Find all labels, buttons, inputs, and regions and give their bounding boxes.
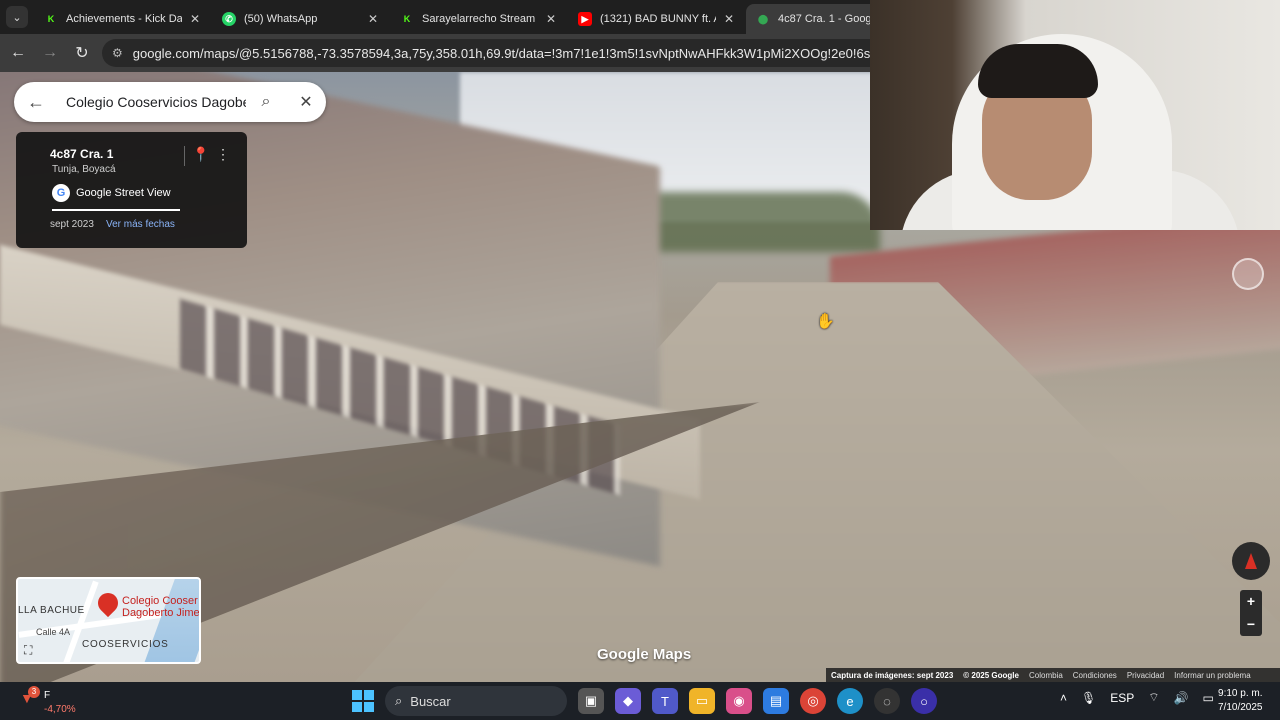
source-label: Google Street View: [76, 187, 171, 199]
place-name-line: Colegio Cooser: [122, 595, 198, 607]
youtube-icon: ▶: [578, 12, 592, 26]
map-label: LLA BACHUE: [18, 605, 85, 616]
close-icon[interactable]: ✕: [722, 12, 736, 26]
notification-badge: 3: [28, 686, 40, 698]
date: 7/10/2025: [1218, 702, 1263, 713]
obs-icon[interactable]: ◌: [874, 688, 900, 714]
street-view-person-icon[interactable]: [1232, 258, 1264, 290]
mini-map[interactable]: LLA BACHUE Calle 4A COOSERVICIOS Colegio…: [16, 577, 201, 664]
reload-icon[interactable]: ↻: [68, 39, 96, 67]
zoom-control: + −: [1240, 590, 1262, 636]
search-input[interactable]: Colegio Cooservicios Dagobe: [58, 94, 246, 110]
search-icon: ⌕: [395, 693, 403, 708]
more-vert-icon[interactable]: ⋮: [216, 146, 230, 163]
maps-search-box[interactable]: ← Colegio Cooservicios Dagobe ⌕ ✕: [14, 82, 326, 122]
divider: [184, 146, 185, 166]
edge-icon[interactable]: e: [837, 688, 863, 714]
country-link[interactable]: Colombia: [1029, 671, 1063, 680]
teams-icon[interactable]: T: [652, 688, 678, 714]
location-pin-icon[interactable]: 📍: [192, 146, 209, 163]
webcam-person-hair: [978, 44, 1098, 98]
place-name-line: Dagoberto Jime: [122, 607, 200, 619]
copyright: © 2025 Google: [963, 670, 1019, 680]
language-indicator[interactable]: ESP: [1110, 691, 1134, 705]
kick-icon: K: [47, 14, 55, 24]
search-placeholder: Buscar: [410, 693, 451, 709]
tab-whatsapp[interactable]: ✆ (50) WhatsApp ✕: [212, 4, 390, 34]
map-place-name: Colegio Cooser Dagoberto Jime: [122, 595, 200, 619]
map-pin-icon: [93, 588, 123, 618]
wifi-icon[interactable]: ⌔: [1148, 690, 1159, 705]
zoom-in-button[interactable]: +: [1240, 590, 1262, 613]
taskbar-apps: ▣ ◆ T ▭ ◉ ▤ ◎ e ◌ ○: [578, 688, 948, 714]
tab-search-chevron-icon[interactable]: ⌄: [6, 6, 28, 28]
chrome-icon[interactable]: ◎: [800, 688, 826, 714]
system-tray: ˄ 🎙 ESP ⌔ 🔊 ▭: [1060, 690, 1228, 705]
taskbar-search[interactable]: ⌕ Buscar: [385, 686, 567, 716]
expand-icon[interactable]: ⛶: [24, 643, 32, 658]
street-view-source: G Google Street View: [52, 184, 171, 202]
map-area: [143, 579, 199, 662]
screen: ⌄ K Achievements - Kick Dashb ✕ ✆ (50) W…: [0, 0, 1280, 720]
kick-icon: K: [403, 14, 411, 24]
file-explorer-icon[interactable]: ▭: [689, 688, 715, 714]
close-icon[interactable]: ✕: [544, 12, 558, 26]
time: 9:10 p. m.: [1218, 688, 1263, 699]
maps-footer: Captura de imágenes: sept 2023 © 2025 Go…: [826, 668, 1280, 682]
compass-icon[interactable]: [1232, 542, 1270, 580]
microphone-icon[interactable]: 🎙: [1081, 691, 1096, 705]
close-icon[interactable]: ✕: [286, 92, 326, 112]
google-maps-logo: Google Maps: [597, 646, 692, 663]
forward-arrow-icon[interactable]: →: [36, 39, 64, 67]
tab-title: Achievements - Kick Dashb: [66, 13, 182, 25]
webcam-overlay: [870, 0, 1280, 230]
windows-start-icon[interactable]: [352, 690, 374, 712]
google-logo-icon: G: [52, 184, 70, 202]
tab-kick-achievements[interactable]: K Achievements - Kick Dashb ✕: [34, 4, 212, 34]
location-title: 4c87 Cra. 1: [50, 147, 114, 161]
battery-icon[interactable]: ▭: [1203, 691, 1214, 705]
task-view-icon[interactable]: ▣: [578, 688, 604, 714]
tab-kick-stream[interactable]: K Sarayelarrecho Stream - W ✕: [390, 4, 568, 34]
whatsapp-icon: ✆: [222, 12, 236, 26]
site-info-icon[interactable]: ⚙: [112, 46, 123, 60]
tab-title: Sarayelarrecho Stream - W: [422, 13, 538, 25]
assistant-icon[interactable]: ○: [911, 688, 937, 714]
divider: [52, 209, 180, 211]
widget-label: F: [44, 690, 51, 701]
close-icon[interactable]: ✕: [366, 12, 380, 26]
photos-icon[interactable]: ◉: [726, 688, 752, 714]
search-icon[interactable]: ⌕: [246, 93, 286, 111]
tab-title: (50) WhatsApp: [244, 13, 318, 25]
back-arrow-icon[interactable]: ←: [14, 92, 58, 113]
map-label: COOSERVICIOS: [82, 639, 169, 650]
url-text: google.com/maps/@5.5156788,-73.3578594,3…: [132, 45, 978, 61]
clock[interactable]: 9:10 p. m. 7/10/2025: [1218, 687, 1263, 715]
zoom-out-button[interactable]: −: [1240, 613, 1262, 636]
map-street-label: Calle 4A: [36, 627, 71, 637]
report-link[interactable]: Informar un problema: [1174, 671, 1250, 680]
terms-link[interactable]: Condiciones: [1073, 671, 1117, 680]
capture-info: Captura de imágenes: sept 2023: [831, 670, 954, 680]
hand-cursor-icon: ✋: [816, 313, 835, 330]
more-dates-link[interactable]: Ver más fechas: [106, 219, 175, 230]
widget-value: -4,70%: [44, 704, 76, 715]
copilot-icon[interactable]: ◆: [615, 688, 641, 714]
tab-youtube[interactable]: ▶ (1321) BAD BUNNY ft. ARC ✕: [568, 4, 746, 34]
capture-date: sept 2023: [50, 219, 94, 230]
google-maps-icon: ⬤: [757, 13, 769, 24]
close-icon[interactable]: ✕: [188, 12, 202, 26]
location-subtitle: Tunja, Boyacá: [52, 164, 116, 175]
location-info-card: 4c87 Cra. 1 Tunja, Boyacá 📍 ⋮ G Google S…: [16, 132, 247, 248]
chevron-up-icon[interactable]: ˄: [1060, 691, 1067, 705]
weather-widget[interactable]: ▼ 3 F -4,70%: [20, 686, 100, 716]
volume-icon[interactable]: 🔊: [1174, 691, 1189, 705]
tab-title: (1321) BAD BUNNY ft. ARC: [600, 13, 716, 25]
privacy-link[interactable]: Privacidad: [1127, 671, 1164, 680]
back-arrow-icon[interactable]: ←: [4, 39, 32, 67]
store-icon[interactable]: ▤: [763, 688, 789, 714]
windows-taskbar: ▼ 3 F -4,70% ⌕ Buscar ▣ ◆ T ▭ ◉ ▤ ◎ e ◌ …: [0, 682, 1280, 720]
